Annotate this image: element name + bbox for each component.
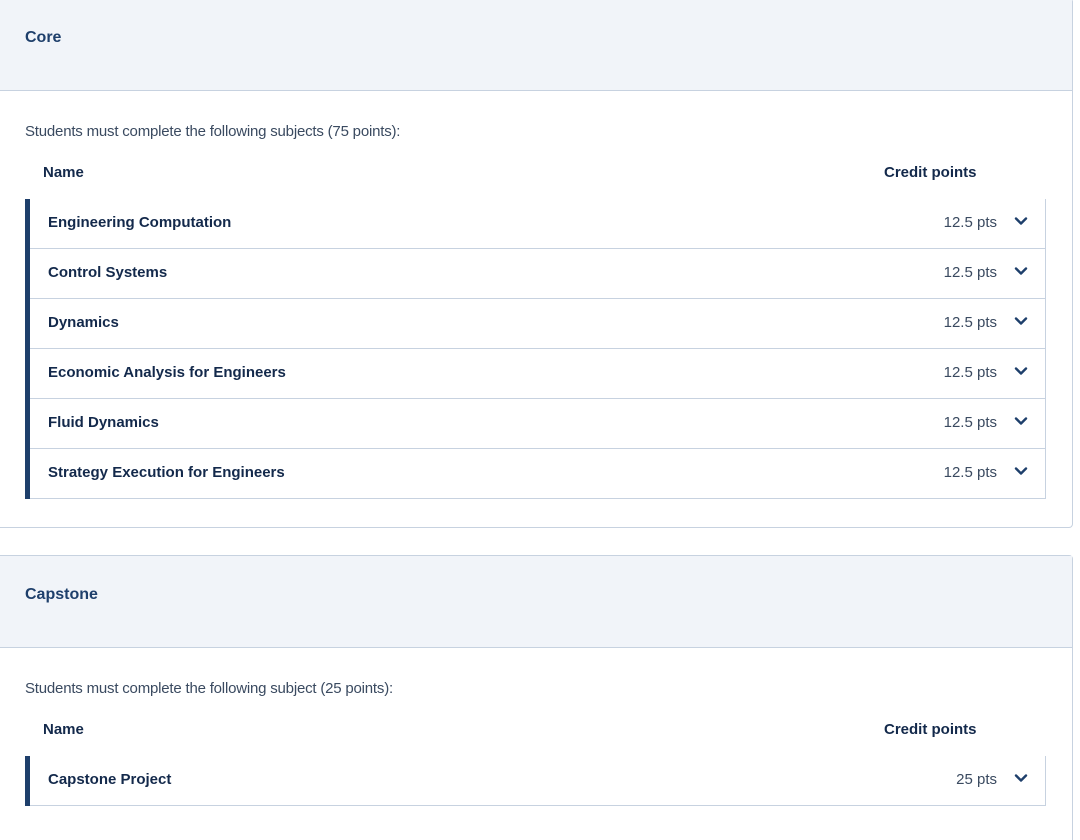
- subject-row[interactable]: Engineering Computation 12.5 pts: [30, 199, 1045, 249]
- subject-row[interactable]: Capstone Project 25 pts: [30, 756, 1045, 806]
- capstone-section-header[interactable]: Capstone: [0, 556, 1072, 648]
- capstone-section: Capstone Students must complete the foll…: [0, 555, 1073, 840]
- subject-name[interactable]: Strategy Execution for Engineers: [48, 464, 285, 481]
- core-section: Core Students must complete the followin…: [0, 0, 1073, 528]
- chevron-down-icon[interactable]: [1013, 313, 1029, 329]
- subject-row[interactable]: Dynamics 12.5 pts: [30, 299, 1045, 349]
- subject-credit-points: 12.5 pts: [943, 264, 997, 281]
- subject-row[interactable]: Fluid Dynamics 12.5 pts: [30, 399, 1045, 449]
- subject-credit-points: 12.5 pts: [943, 364, 997, 381]
- core-section-header[interactable]: Core: [0, 0, 1072, 91]
- subject-name[interactable]: Dynamics: [48, 314, 119, 331]
- column-header-credit-points: Credit points: [884, 721, 977, 738]
- column-header-name: Name: [43, 721, 84, 738]
- subject-credit-points: 12.5 pts: [943, 314, 997, 331]
- column-header-name: Name: [43, 164, 84, 181]
- chevron-down-icon[interactable]: [1013, 363, 1029, 379]
- subject-credit-points: 12.5 pts: [943, 464, 997, 481]
- subject-list: Engineering Computation 12.5 pts Control…: [25, 199, 1046, 499]
- section-title: Capstone: [25, 586, 98, 603]
- subject-row[interactable]: Strategy Execution for Engineers 12.5 pt…: [30, 449, 1045, 499]
- subject-name[interactable]: Control Systems: [48, 264, 167, 281]
- chevron-down-icon[interactable]: [1013, 263, 1029, 279]
- section-intro: Students must complete the following sub…: [25, 680, 393, 697]
- section-title: Core: [25, 29, 62, 46]
- subject-name[interactable]: Fluid Dynamics: [48, 414, 159, 431]
- subject-credit-points: 12.5 pts: [943, 214, 997, 231]
- subject-credit-points: 12.5 pts: [943, 414, 997, 431]
- subject-list: Capstone Project 25 pts: [25, 756, 1046, 806]
- subject-name[interactable]: Capstone Project: [48, 771, 171, 788]
- subject-row[interactable]: Economic Analysis for Engineers 12.5 pts: [30, 349, 1045, 399]
- section-intro: Students must complete the following sub…: [25, 123, 401, 140]
- subject-name[interactable]: Engineering Computation: [48, 214, 231, 231]
- column-header-credit-points: Credit points: [884, 164, 977, 181]
- chevron-down-icon[interactable]: [1013, 413, 1029, 429]
- subject-credit-points: 25 pts: [956, 771, 997, 788]
- chevron-down-icon[interactable]: [1013, 463, 1029, 479]
- chevron-down-icon[interactable]: [1013, 213, 1029, 229]
- subject-name[interactable]: Economic Analysis for Engineers: [48, 364, 286, 381]
- page: Core Students must complete the followin…: [0, 0, 1080, 840]
- chevron-down-icon[interactable]: [1013, 770, 1029, 786]
- subject-row[interactable]: Control Systems 12.5 pts: [30, 249, 1045, 299]
